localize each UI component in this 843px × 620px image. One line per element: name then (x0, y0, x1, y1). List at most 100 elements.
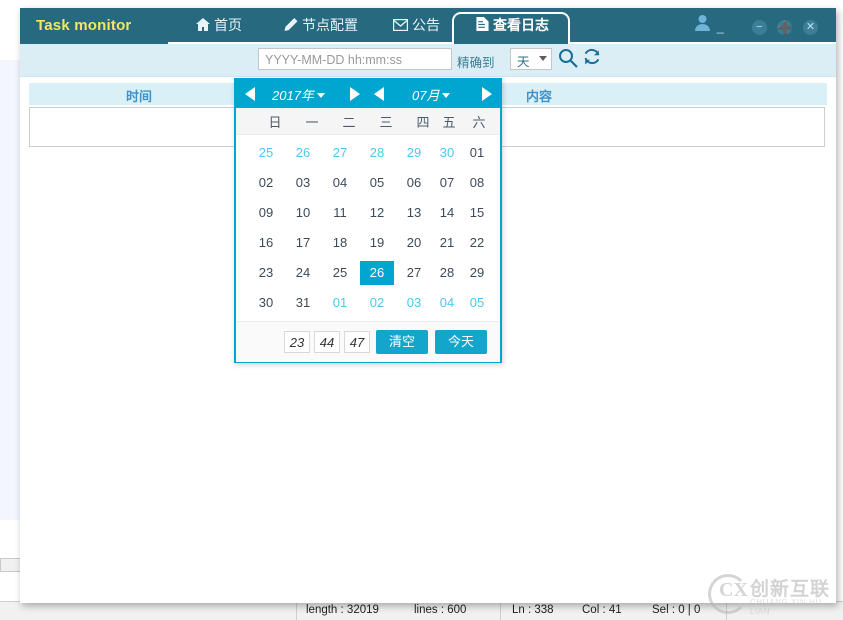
date-cell[interactable]: 14 (430, 201, 464, 225)
date-cell[interactable]: 05 (360, 171, 394, 195)
close-button[interactable]: ✕ (803, 20, 818, 36)
status-lines: lines : 600 (414, 604, 467, 616)
weekday-wed: 三 (379, 115, 393, 130)
next-year-button[interactable] (350, 87, 360, 101)
hour-input[interactable]: 23 (284, 331, 310, 353)
date-cell[interactable]: 18 (323, 231, 357, 255)
date-cell[interactable]: 22 (460, 231, 494, 255)
date-cell[interactable]: 04 (430, 291, 464, 315)
precision-select-value: 天 (517, 55, 530, 69)
date-cell[interactable]: 01 (460, 141, 494, 165)
weekday-mon: 一 (305, 115, 319, 130)
date-cell[interactable]: 20 (397, 231, 431, 255)
user-icon (694, 15, 714, 35)
date-cell[interactable]: 05 (460, 291, 494, 315)
date-cell[interactable]: 01 (323, 291, 357, 315)
column-header-time: 时间 (125, 89, 152, 104)
date-cell[interactable]: 02 (360, 291, 394, 315)
search-icon[interactable] (558, 48, 578, 71)
status-divider (500, 602, 501, 620)
date-grid: 25 26 27 28 29 30 01 02 03 04 05 06 07 08 09 10 11 12 13 14… (236, 135, 500, 321)
watermark-en-text: CHUANG XIN HU LIAN (750, 598, 822, 616)
home-icon (196, 18, 210, 34)
watermark: CX 创新互联 CHUANG XIN HU LIAN (702, 566, 842, 618)
year-label: 2017年 (272, 88, 314, 103)
month-label: 07月 (412, 88, 440, 103)
watermark-cn-text: 创新互联 (750, 579, 831, 600)
year-selector[interactable]: 2017年 (272, 85, 325, 104)
next-month-button[interactable] (482, 87, 492, 101)
date-cell[interactable]: 09 (249, 201, 283, 225)
date-cell[interactable]: 27 (397, 261, 431, 285)
date-cell[interactable]: 28 (430, 261, 464, 285)
date-cell[interactable]: 26 (286, 141, 320, 165)
prev-month-button[interactable] (374, 87, 384, 101)
top-navigation-bar: Task monitor 首页 节点配置 公告 查看日志 _ − ➕ ✕ (20, 8, 836, 46)
precision-label: 精确到 (457, 56, 495, 70)
nav-item-node-config-label: 节点配置 (302, 17, 358, 33)
date-picker-popup: 2017年 07月 日 一 二 三 四 五 六 25 26 27 28 29 30 01 02… (234, 78, 502, 363)
pencil-icon (284, 18, 298, 34)
date-cell[interactable]: 03 (397, 291, 431, 315)
nav-item-node-config[interactable]: 节点配置 (284, 15, 358, 37)
date-cell[interactable]: 24 (286, 261, 320, 285)
weekday-sat: 六 (472, 115, 486, 130)
minute-input[interactable]: 44 (314, 331, 340, 353)
nav-item-home[interactable]: 首页 (196, 15, 242, 37)
cx-logo-text: CX (719, 579, 748, 601)
date-cell[interactable]: 29 (460, 261, 494, 285)
date-cell[interactable]: 30 (430, 141, 464, 165)
chevron-down-icon (316, 93, 325, 98)
date-cell[interactable]: 12 (360, 201, 394, 225)
date-cell[interactable]: 25 (323, 261, 357, 285)
date-cell[interactable]: 19 (360, 231, 394, 255)
date-cell[interactable]: 27 (323, 141, 357, 165)
date-cell-selected[interactable]: 26 (360, 261, 394, 285)
date-cell[interactable]: 31 (286, 291, 320, 315)
nav-item-view-logs-label: 查看日志 (493, 17, 549, 33)
date-cell[interactable]: 16 (249, 231, 283, 255)
refresh-icon[interactable] (582, 48, 602, 71)
nav-item-announcement[interactable]: 公告 (392, 15, 440, 37)
date-picker-footer: 23 44 47 清空 今天 (236, 321, 500, 362)
window-controls: − ➕ ✕ (745, 19, 818, 36)
date-cell[interactable]: 08 (460, 171, 494, 195)
nav-item-view-logs[interactable]: 查看日志 (476, 15, 549, 37)
chevron-down-icon (442, 93, 451, 98)
date-cell[interactable]: 07 (430, 171, 464, 195)
date-cell[interactable]: 06 (397, 171, 431, 195)
status-sel: Sel : 0 | 0 (652, 604, 701, 616)
minimize-button[interactable]: − (751, 20, 767, 36)
date-cell[interactable]: 23 (249, 261, 283, 285)
second-input[interactable]: 47 (344, 331, 370, 353)
nav-item-announcement-label: 公告 (412, 17, 440, 33)
month-selector[interactable]: 07月 (412, 85, 451, 104)
prev-year-button[interactable] (245, 87, 255, 101)
date-cell[interactable]: 29 (397, 141, 431, 165)
date-cell[interactable]: 13 (397, 201, 431, 225)
date-cell[interactable]: 11 (323, 201, 357, 225)
date-cell[interactable]: 30 (249, 291, 283, 315)
date-cell[interactable]: 10 (286, 201, 320, 225)
status-divider (296, 602, 297, 620)
date-cell[interactable]: 02 (249, 171, 283, 195)
precision-select[interactable]: 天 (510, 48, 552, 70)
date-cell[interactable]: 15 (460, 201, 494, 225)
date-cell[interactable]: 28 (360, 141, 394, 165)
date-cell[interactable]: 21 (430, 231, 464, 255)
user-name-label: _ (716, 19, 724, 34)
status-ln: Ln : 338 (512, 604, 554, 616)
date-cell[interactable]: 03 (286, 171, 320, 195)
date-cell[interactable]: 04 (323, 171, 357, 195)
maximize-button[interactable]: ➕ (777, 20, 794, 36)
date-cell[interactable]: 25 (249, 141, 283, 165)
clear-button[interactable]: 清空 (376, 330, 428, 354)
user-area[interactable]: _ (694, 15, 724, 35)
date-search-input[interactable]: YYYY-MM-DD hh:mm:ss (258, 48, 452, 70)
date-cell[interactable]: 17 (286, 231, 320, 255)
weekday-sun: 日 (268, 115, 282, 130)
weekday-header-row: 日 一 二 三 四 五 六 (236, 108, 500, 135)
status-col: Col : 41 (582, 604, 622, 616)
today-button[interactable]: 今天 (435, 330, 487, 354)
date-picker-header: 2017年 07月 (236, 80, 500, 108)
